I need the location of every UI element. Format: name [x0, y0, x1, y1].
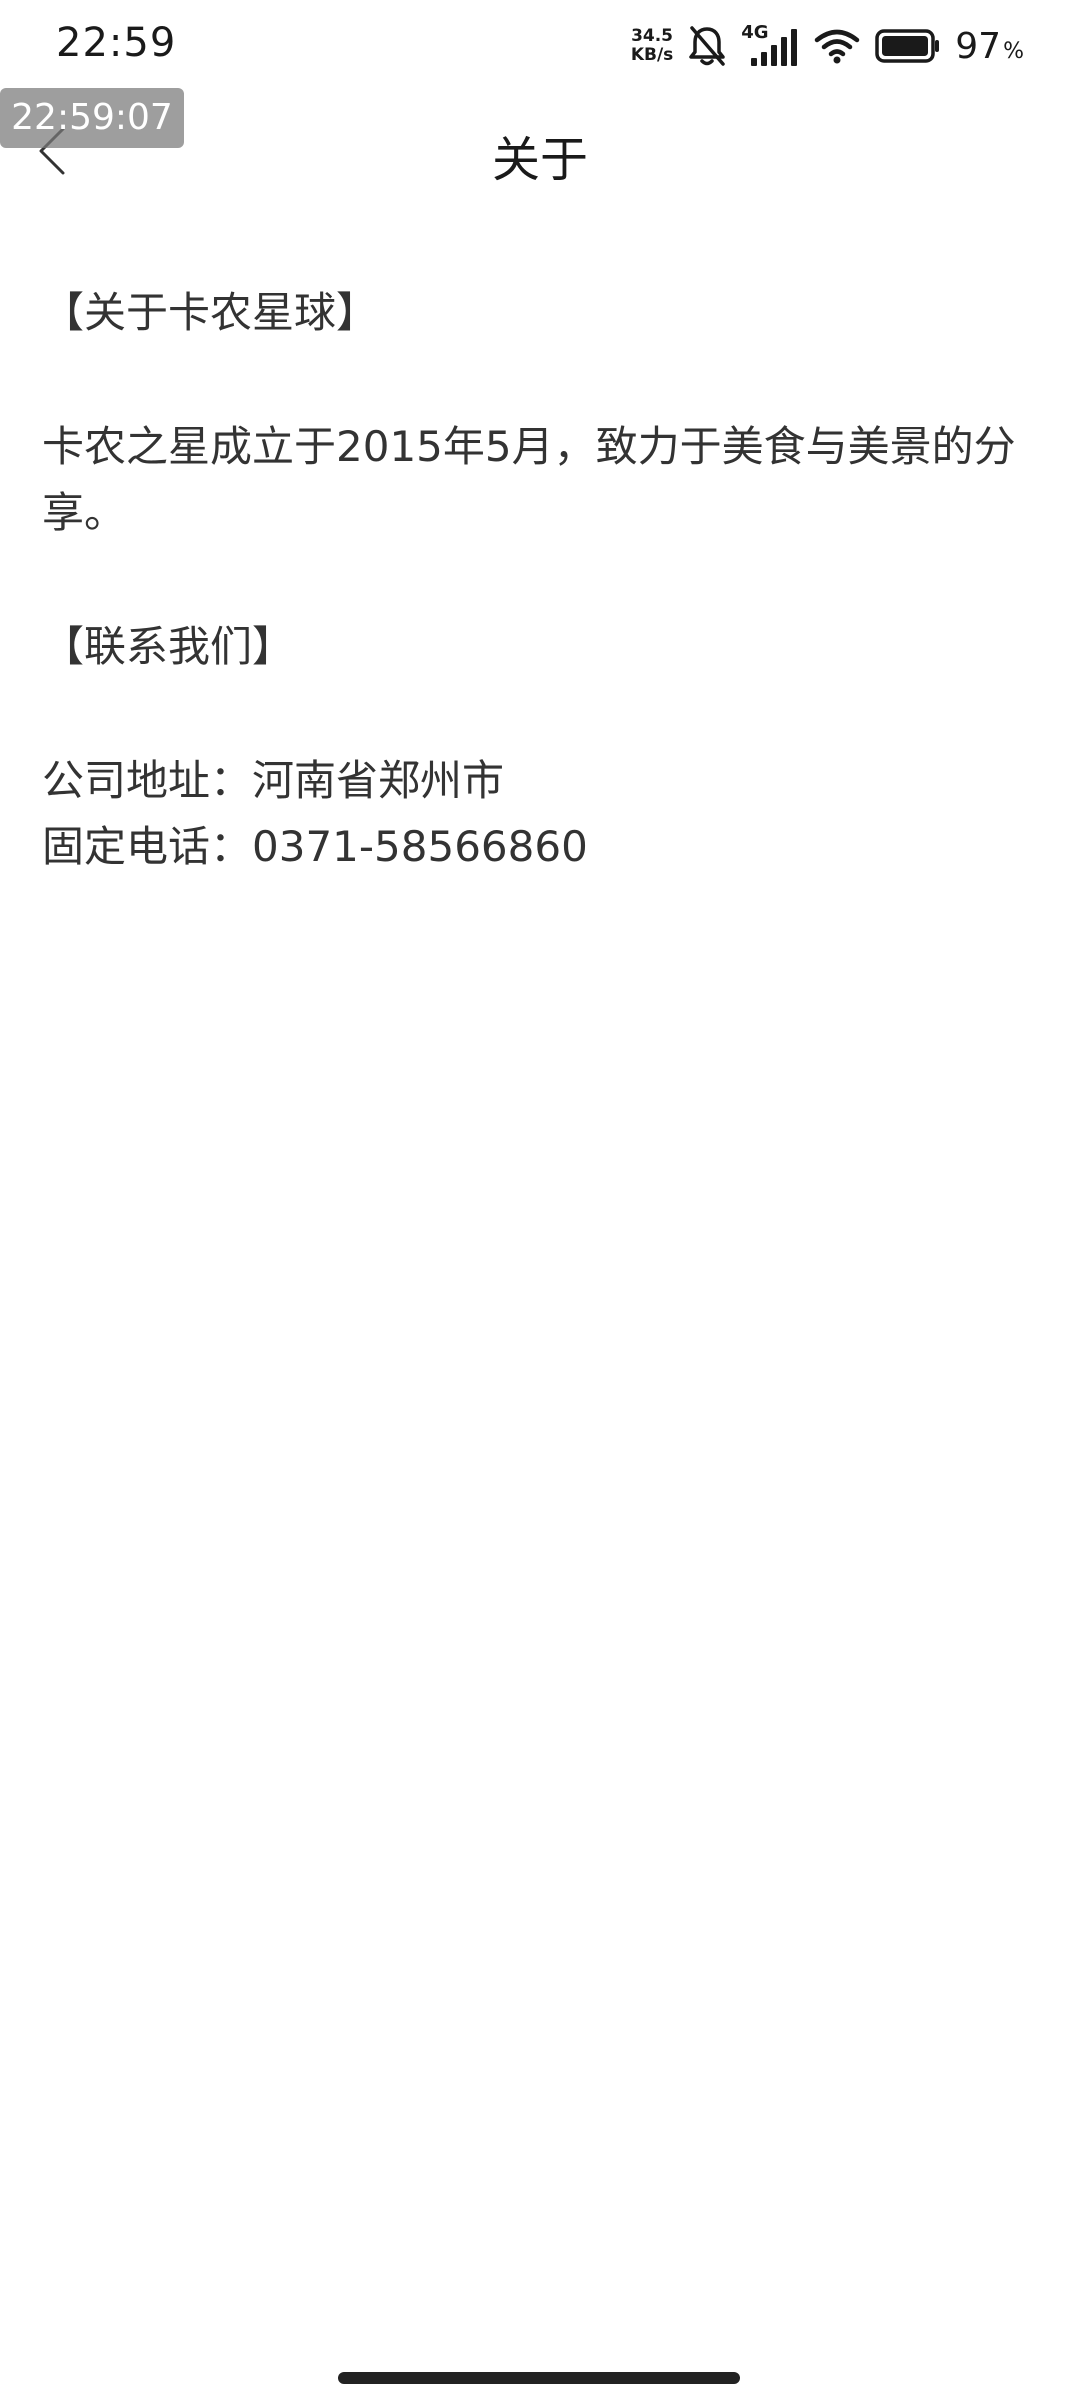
battery-unit: %: [1003, 38, 1024, 64]
wifi-icon: [815, 29, 860, 64]
network-speed-value: 34.5: [631, 26, 674, 46]
battery-percentage: 97 %: [955, 26, 1024, 67]
status-time: 22:59: [56, 20, 177, 66]
signal-indicator: 4G: [741, 24, 799, 68]
status-icons: 34.5 KB/s 4G 97 %: [631, 22, 1024, 70]
timestamp-overlay: 22:59:07: [0, 88, 184, 148]
about-content: 【关于卡农星球】 卡农之星成立于2015年5月，致力于美食与美景的分享。 【联系…: [42, 280, 1042, 880]
battery-level: 97: [955, 25, 1002, 67]
company-address: 公司地址：河南省郑州市: [42, 756, 505, 805]
network-speed: 34.5 KB/s: [631, 27, 673, 65]
status-bar: 22:59 34.5 KB/s 4G 97 %: [0, 0, 1080, 96]
about-heading: 【关于卡农星球】: [42, 288, 379, 337]
battery-icon: [875, 29, 940, 63]
company-phone[interactable]: 固定电话：0371-58566860: [42, 814, 1042, 880]
about-description: 卡农之星成立于2015年5月，致力于美食与美景的分享。: [42, 422, 1016, 537]
signal-icon: [751, 29, 798, 66]
home-indicator[interactable]: [338, 2372, 740, 2384]
about-screen: 22:59 34.5 KB/s 4G 97 % 22:59:07 关于 【关于卡…: [0, 0, 1080, 2400]
contact-heading: 【联系我们】: [42, 622, 295, 671]
bell-muted-icon: [689, 26, 726, 66]
network-speed-unit: KB/s: [630, 45, 674, 65]
